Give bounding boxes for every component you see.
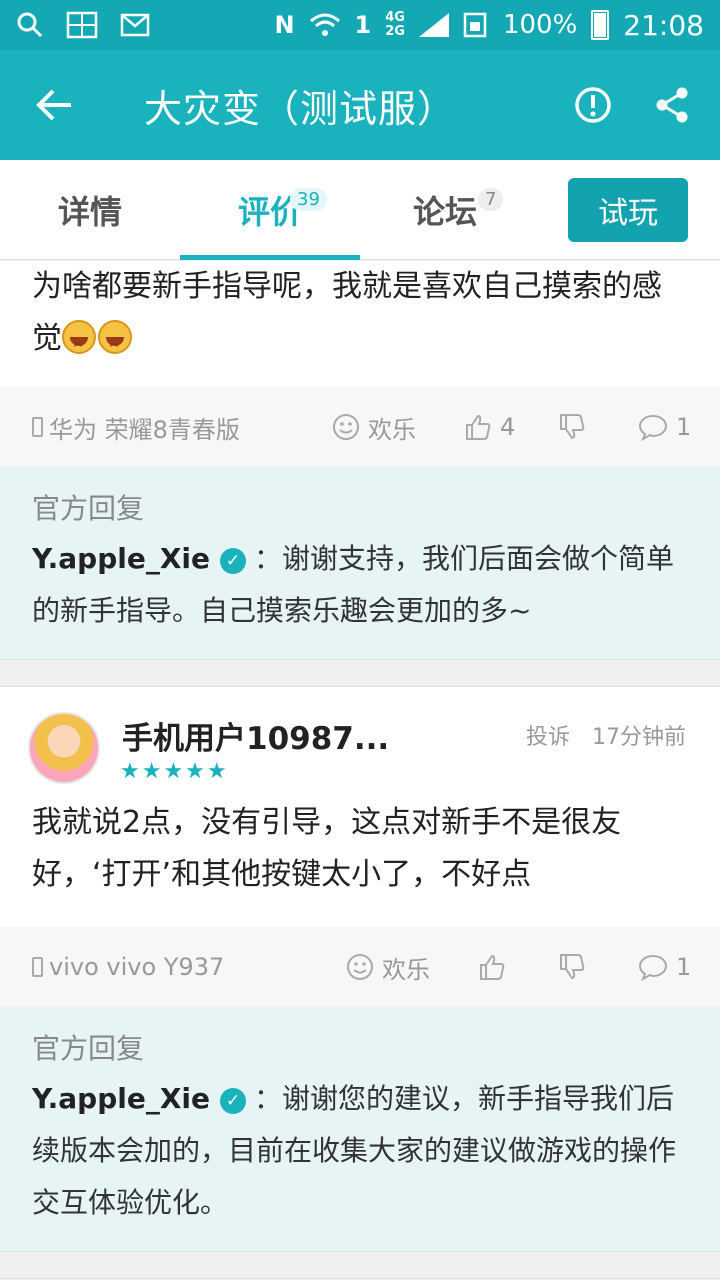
phone-icon [32, 957, 43, 977]
comment-icon [638, 954, 668, 981]
device-info: vivo vivo Y937 [32, 953, 224, 981]
back-button[interactable] [0, 87, 110, 123]
thumbs-down-icon [560, 954, 585, 980]
comment-count: 1 [676, 953, 692, 981]
try-button[interactable]: 试玩 [568, 178, 688, 242]
mail-icon [120, 13, 150, 37]
verified-badge-icon: ✓ [220, 548, 247, 574]
divider [0, 659, 720, 687]
avatar[interactable] [28, 712, 100, 784]
mood-tag: 欢乐 [332, 410, 416, 445]
device-name: vivo vivo Y937 [49, 953, 225, 981]
reply-username[interactable]: Y.apple_Xie [32, 1082, 210, 1115]
review-text: 为啥都要新手指导呢，我就是喜欢自己摸索的感觉 [0, 261, 720, 427]
comment-icon [638, 414, 668, 441]
reply-body: Y.apple_Xie ✓ ：谢谢您的建议，新手指导我们后续版本会加的，目前在收集大… [32, 1073, 688, 1229]
gallery-icon [66, 11, 98, 39]
like-count: 4 [500, 413, 516, 441]
comment-count: 1 [676, 413, 692, 441]
comment-button[interactable]: 1 [638, 413, 691, 441]
official-reply: 官方回复 Y.apple_Xie ✓ ：谢谢您的建议，新手指导我们后续版本会加的，目… [0, 1007, 720, 1251]
status-bar: N 1 4G 2G 100% 21:08 [0, 0, 720, 50]
dislike-button[interactable] [558, 953, 586, 981]
title-bar: 大灾变（测试服） [0, 50, 720, 160]
battery-percent: 100% [502, 10, 578, 40]
reply-title: 官方回复 [32, 492, 145, 525]
sim-card-icon [463, 12, 487, 38]
thumbs-up-icon [480, 954, 505, 980]
thumbs-up-icon [466, 414, 491, 440]
device-name: 华为 荣耀8青春版 [49, 415, 240, 444]
grin-emoji-icon [62, 320, 96, 427]
clock: 21:08 [623, 8, 704, 42]
network-type: 4G 2G [385, 10, 405, 39]
reply-title: 官方回复 [32, 1032, 145, 1065]
wifi-icon [309, 13, 340, 36]
comment-button[interactable]: 1 [638, 953, 691, 981]
report-link[interactable]: 投诉 [526, 719, 570, 751]
review-username[interactable]: 手机用户10987... [122, 713, 389, 758]
verified-badge-icon: ✓ [220, 1088, 247, 1114]
tab-forum[interactable]: 论坛 7 [360, 160, 530, 260]
tab-count-badge: 7 [478, 187, 504, 211]
review-header: 手机用户10987... ★★★★★ 投诉 17分钟前 [0, 687, 720, 797]
official-reply: 官方回复 Y.apple_Xie ✓ ：谢谢支持，我们后面会做个简单的新手指导。自己… [0, 467, 720, 659]
review-time: 17分钟前 [592, 725, 686, 750]
nfc-icon: N [274, 11, 295, 39]
report-icon[interactable] [574, 86, 612, 124]
tab-bar: 详情 评价 39 论坛 7 试玩 [0, 160, 720, 260]
mood-label: 欢乐 [382, 955, 430, 984]
like-button[interactable]: 4 [464, 413, 515, 441]
reply-body: Y.apple_Xie ✓ ：谢谢支持，我们后面会做个简单的新手指导。自己摸索乐趣会… [32, 533, 688, 637]
tab-details[interactable]: 详情 [0, 160, 180, 260]
review-card: 为啥都要新手指导呢，我就是喜欢自己摸索的感觉 [0, 261, 720, 427]
tab-label: 详情 [57, 192, 122, 231]
dislike-button[interactable] [558, 413, 586, 441]
back-arrow-icon [36, 89, 71, 121]
review-meta-bar: 华为 荣耀8青春版 欢乐 4 1 [0, 387, 720, 467]
page-title: 大灾变（测试服） [144, 86, 457, 131]
star-rating: ★★★★★ [120, 759, 229, 784]
like-button[interactable] [478, 953, 506, 981]
review-meta-bar: vivo vivo Y937 欢乐 1 [0, 927, 720, 1007]
signal-icon [418, 13, 449, 37]
search-icon [17, 12, 43, 38]
reply-username[interactable]: Y.apple_Xie [32, 542, 210, 575]
review-card: 手机用户10987... ★★★★★ 投诉 17分钟前 我就说2点，没有引导，这… [0, 687, 720, 927]
battery-icon [591, 10, 610, 40]
tab-reviews[interactable]: 评价 39 [180, 160, 360, 260]
phone-icon [32, 417, 43, 437]
mood-tag: 欢乐 [346, 950, 430, 985]
smile-icon [333, 414, 359, 440]
divider [0, 1251, 720, 1279]
sim-icon: 1 [354, 11, 372, 39]
tab-label: 论坛 [412, 192, 477, 231]
tab-count-badge: 39 [290, 187, 327, 211]
device-info: 华为 荣耀8青春版 [32, 410, 240, 445]
review-text: 我就说2点，没有引导，这点对新手不是很友好，‘打开’和其他按键太小了，不好点 [32, 805, 622, 892]
reviews-list[interactable]: 为啥都要新手指导呢，我就是喜欢自己摸索的感觉 华为 荣耀8青春版 欢乐 4 1 … [0, 261, 720, 1280]
grin-emoji-icon [98, 320, 132, 427]
smile-icon [347, 954, 373, 980]
share-icon[interactable] [654, 86, 690, 124]
mood-label: 欢乐 [368, 415, 416, 444]
thumbs-down-icon [560, 414, 585, 440]
